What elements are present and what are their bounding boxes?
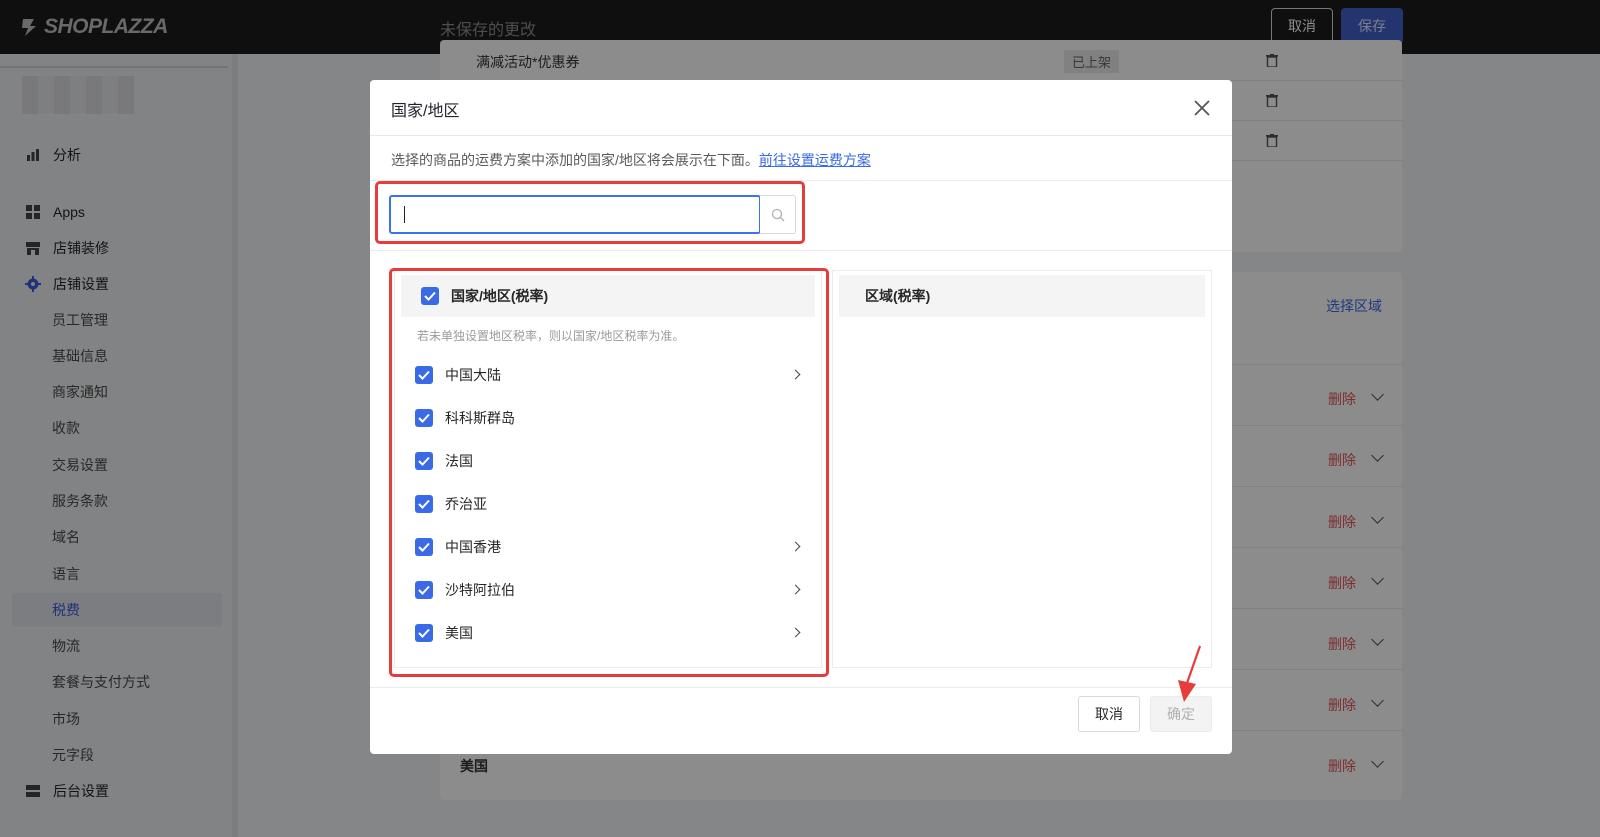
divider — [370, 687, 1232, 688]
modal-description: 选择的商品的运费方案中添加的国家/地区将会展示在下面。前往设置运费方案 — [391, 150, 871, 170]
modal-title: 国家/地区 — [391, 103, 460, 120]
shipping-plan-link[interactable]: 前往设置运费方案 — [759, 152, 871, 168]
region-list-panel: 区域(税率) — [832, 270, 1212, 668]
highlight-box-country-list — [389, 268, 829, 677]
region-list-header: 区域(税率) — [839, 275, 1205, 317]
close-icon[interactable] — [1190, 96, 1214, 120]
divider — [370, 250, 1232, 251]
cancel-button[interactable]: 取消 — [1078, 696, 1140, 732]
highlight-box-search — [375, 181, 805, 244]
red-arrow-annotation — [1178, 645, 1202, 702]
modal-header: 国家/地区 — [370, 80, 1232, 136]
country-region-modal: 国家/地区 选择的商品的运费方案中添加的国家/地区将会展示在下面。前往设置运费方… — [370, 80, 1232, 754]
description-text: 选择的商品的运费方案中添加的国家/地区将会展示在下面。 — [391, 152, 759, 168]
